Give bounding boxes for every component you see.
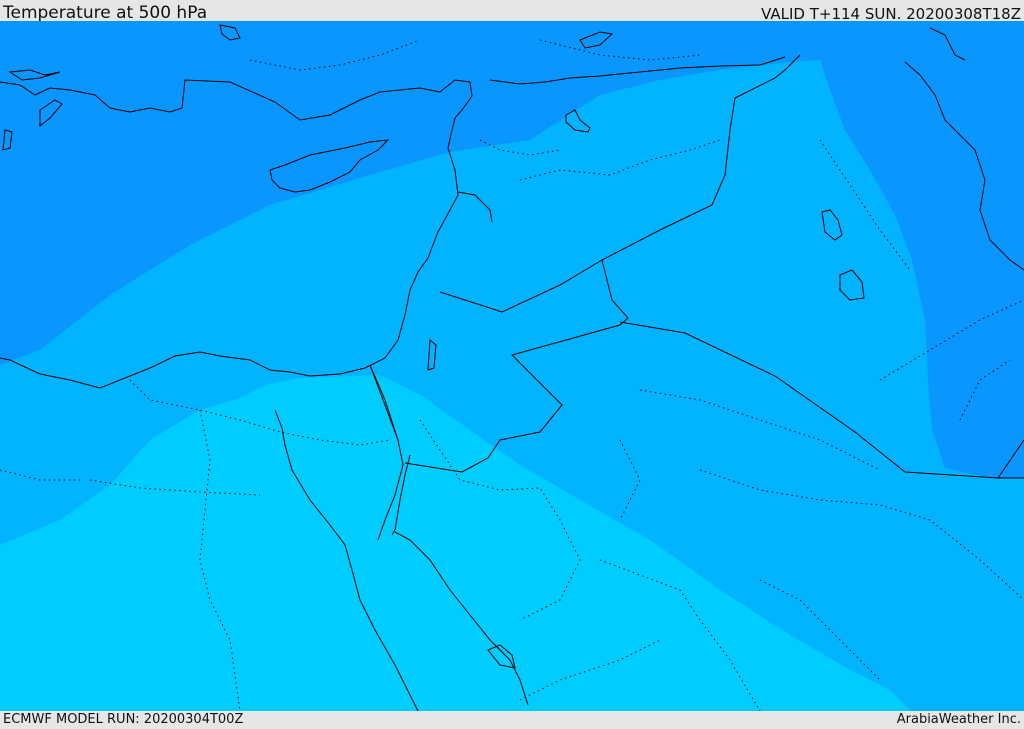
- map-figure: Temperature at 500 hPa VALID T+114 SUN. …: [0, 0, 1024, 729]
- credit-label: ArabiaWeather Inc.: [896, 712, 1021, 727]
- map-panel: [0, 21, 1024, 711]
- model-run-label: ECMWF MODEL RUN: 20200304T00Z: [3, 712, 244, 727]
- map-title: Temperature at 500 hPa: [3, 3, 208, 23]
